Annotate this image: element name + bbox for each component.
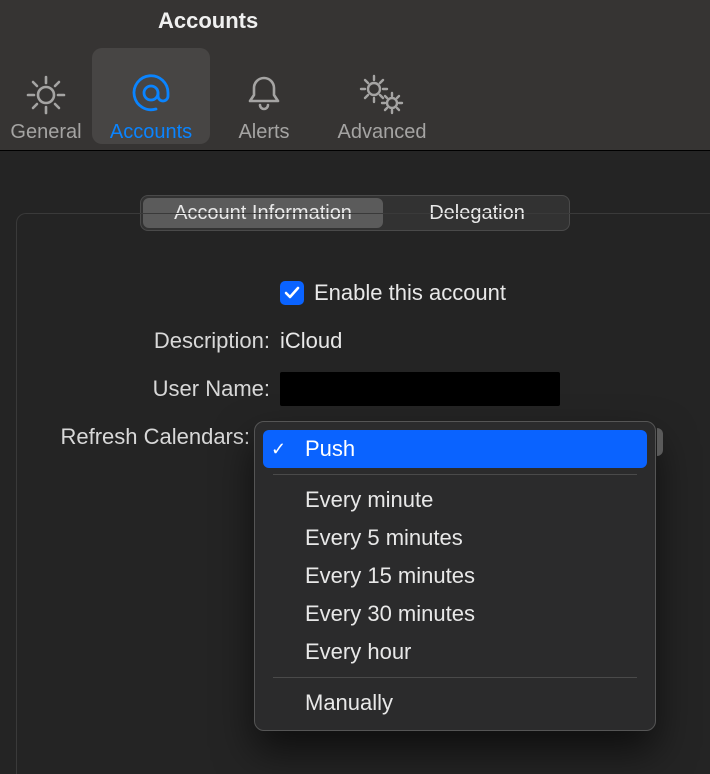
menu-item-label: Every 15 minutes (291, 563, 475, 589)
gear-icon (26, 67, 66, 115)
popup-arrow-edge (657, 428, 663, 456)
preferences-toolbar: General Accounts (0, 48, 446, 144)
window-title: Accounts (158, 8, 258, 34)
username-label: User Name: (0, 376, 280, 402)
tab-account-information[interactable]: Account Information (143, 198, 383, 228)
description-value[interactable]: iCloud (280, 328, 342, 354)
menu-item-every-5-minutes[interactable]: Every 5 minutes (263, 519, 647, 557)
menu-item-label: Manually (291, 690, 393, 716)
toolbar-item-accounts[interactable]: Accounts (92, 48, 210, 144)
toolbar-item-general[interactable]: General (0, 48, 92, 144)
menu-item-every-hour[interactable]: Every hour (263, 633, 647, 671)
toolbar-item-label: Alerts (238, 121, 289, 144)
menu-item-label: Every 5 minutes (291, 525, 463, 551)
tab-delegation[interactable]: Delegation (387, 198, 567, 228)
menu-item-every-minute[interactable]: Every minute (263, 481, 647, 519)
username-row: User Name: (0, 365, 710, 413)
gears-icon (358, 67, 406, 115)
menu-item-every-30-minutes[interactable]: Every 30 minutes (263, 595, 647, 633)
content-area: Account Information Delegation Enable th… (0, 151, 710, 774)
username-value[interactable] (280, 372, 560, 406)
description-row: Description: iCloud (0, 317, 710, 365)
at-icon (129, 67, 173, 115)
toolbar-item-alerts[interactable]: Alerts (210, 48, 318, 144)
bell-icon (244, 67, 284, 115)
menu-item-label: Every minute (291, 487, 433, 513)
refresh-calendars-menu[interactable]: Push Every minute Every 5 minutes Every … (254, 421, 656, 731)
menu-item-push[interactable]: Push (263, 430, 647, 468)
toolbar-item-advanced[interactable]: Advanced (318, 48, 446, 144)
menu-item-manually[interactable]: Manually (263, 684, 647, 722)
toolbar-item-label: General (10, 121, 81, 144)
enable-account-checkbox[interactable] (280, 281, 304, 305)
toolbar-item-label: Advanced (338, 121, 427, 144)
menu-item-label: Every hour (291, 639, 411, 665)
menu-separator (273, 677, 637, 678)
refresh-label: Refresh Calendars: (0, 424, 260, 450)
menu-item-label: Push (291, 436, 355, 462)
enable-account-label: Enable this account (314, 280, 506, 306)
segmented-control: Account Information Delegation (140, 195, 570, 231)
titlebar: Accounts (0, 0, 710, 150)
menu-item-every-15-minutes[interactable]: Every 15 minutes (263, 557, 647, 595)
toolbar-item-label: Accounts (110, 121, 192, 144)
menu-item-label: Every 30 minutes (291, 601, 475, 627)
description-label: Description: (0, 328, 280, 354)
menu-separator (273, 474, 637, 475)
enable-account-row: Enable this account (0, 269, 710, 317)
